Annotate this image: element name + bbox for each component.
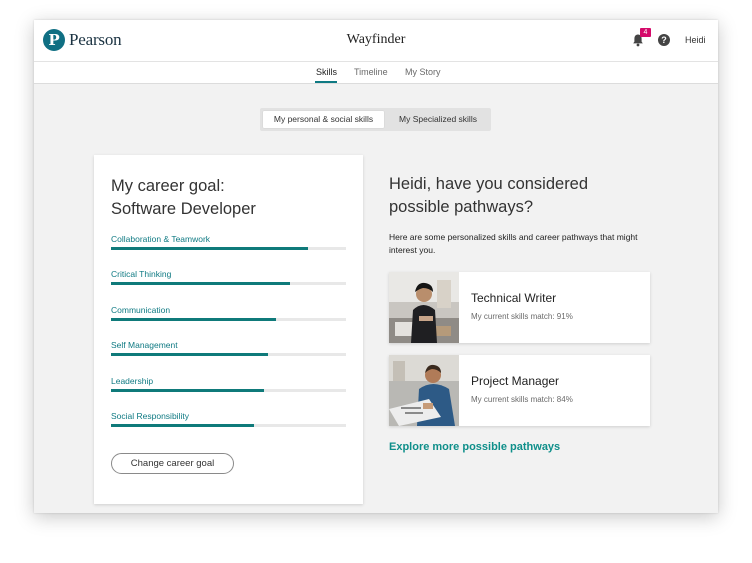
tab-my-story[interactable]: My Story xyxy=(405,67,441,77)
skill-row: Collaboration & Teamwork xyxy=(111,234,346,250)
pathway-match: My current skills match: 91% xyxy=(471,312,573,321)
skill-type-toggle: My personal & social skills My Specializ… xyxy=(260,108,491,131)
skill-name: Critical Thinking xyxy=(111,269,172,279)
pathway-card-technical-writer[interactable]: Technical Writer My current skills match… xyxy=(389,272,650,343)
tab-bar: Skills Timeline My Story xyxy=(34,62,718,84)
skill-bar-track xyxy=(111,282,346,285)
app-window: P Pearson Wayfinder 4 ? Heidi Skills Tim… xyxy=(34,20,718,513)
user-menu[interactable]: Heidi xyxy=(685,35,706,45)
pathways-subtext: Here are some personalized skills and ca… xyxy=(389,232,638,255)
active-tab-indicator xyxy=(315,81,337,83)
tab-timeline[interactable]: Timeline xyxy=(354,67,388,77)
skill-bar-fill xyxy=(111,353,269,356)
skill-name: Social Responsibility xyxy=(111,411,189,421)
skill-name: Collaboration & Teamwork xyxy=(111,234,211,244)
top-bar: P Pearson Wayfinder 4 ? Heidi xyxy=(34,20,718,62)
skill-row: Social Responsibility xyxy=(111,411,346,427)
skill-name: Communication xyxy=(111,305,171,315)
skill-bar-fill xyxy=(111,318,276,321)
change-career-goal-button[interactable]: Change career goal xyxy=(111,453,234,474)
skill-name: Self Management xyxy=(111,340,178,350)
explore-pathways-link[interactable]: Explore more possible pathways xyxy=(389,441,560,453)
career-goal-card: My career goal: Software Developer Colla… xyxy=(94,155,363,504)
skill-bar-fill xyxy=(111,247,309,250)
tab-skills[interactable]: Skills xyxy=(316,67,337,77)
technical-writer-photo xyxy=(389,272,459,343)
toggle-personal-social-skills[interactable]: My personal & social skills xyxy=(263,111,384,128)
skill-row: Communication xyxy=(111,305,346,321)
skill-bar-track xyxy=(111,247,346,250)
pathway-title: Technical Writer xyxy=(471,291,557,305)
pathway-title: Project Manager xyxy=(471,374,560,388)
notification-badge: 4 xyxy=(640,28,651,37)
toggle-specialized-skills[interactable]: My Specialized skills xyxy=(388,111,488,128)
skill-bar-track xyxy=(111,353,346,356)
career-goal-name: Software Developer xyxy=(111,200,256,218)
app-title: Wayfinder xyxy=(346,32,406,47)
skill-bar-track xyxy=(111,389,346,392)
career-goal-title: My career goal: Software Developer xyxy=(111,175,256,221)
skill-row: Critical Thinking xyxy=(111,269,346,285)
skill-name: Leadership xyxy=(111,376,154,386)
help-icon[interactable]: ? xyxy=(658,34,670,46)
project-manager-photo xyxy=(389,355,459,426)
skill-bar-fill xyxy=(111,389,264,392)
career-goal-label: My career goal: xyxy=(111,177,225,195)
pathway-match: My current skills match: 84% xyxy=(471,395,573,404)
skill-bar-fill xyxy=(111,282,290,285)
skill-row: Self Management xyxy=(111,340,346,356)
pathways-heading: Heidi, have you considered possible path… xyxy=(389,175,589,216)
skill-bar-track xyxy=(111,424,346,427)
skill-bar-fill xyxy=(111,424,255,427)
skill-bar-track xyxy=(111,318,346,321)
skill-row: Leadership xyxy=(111,376,346,392)
pathway-card-project-manager[interactable]: Project Manager My current skills match:… xyxy=(389,355,650,426)
